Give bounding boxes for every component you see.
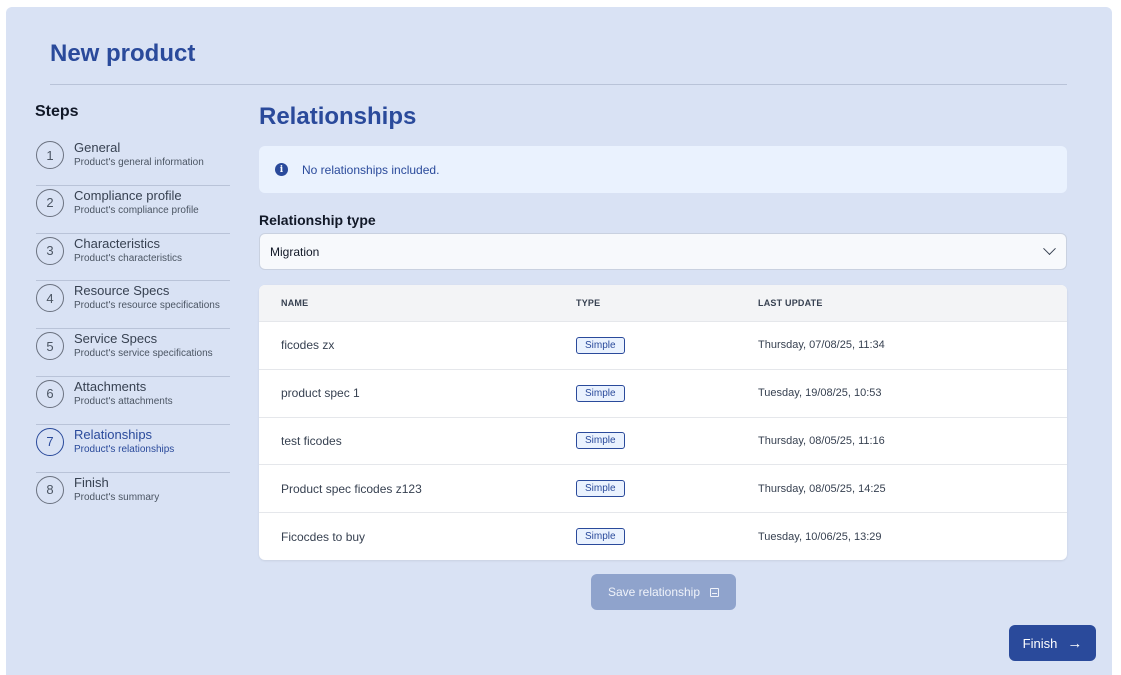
info-alert: i No relationships included. (259, 146, 1067, 193)
step-subtitle: Product's compliance profile (74, 204, 199, 216)
type-badge: Simple (576, 480, 625, 498)
step-subtitle: Product's attachments (74, 395, 173, 407)
type-badge: Simple (576, 384, 625, 402)
main-panel: New product Steps 1 General Product's gene… (6, 7, 1112, 675)
step-text: Service Specs Product's service specifica… (74, 331, 213, 361)
save-relationship-button[interactable]: Save relationship (591, 574, 736, 610)
table-row[interactable]: ficodes zx Simple Thursday, 07/08/25, 11:3… (259, 321, 1067, 369)
info-text: No relationships included. (302, 162, 440, 177)
row-type-cell: Simple (576, 480, 758, 498)
row-name: product spec 1 (281, 386, 360, 401)
finish-button[interactable]: Finish → (1009, 625, 1096, 661)
step-number: 1 (36, 141, 64, 169)
table-row[interactable]: Ficocdes to buy Simple Tuesday, 10/06/25, … (259, 512, 1067, 560)
step-subtitle: Product's general information (74, 157, 204, 168)
type-badge: Simple (576, 528, 625, 546)
table-row[interactable]: product spec 1 Simple Tuesday, 19/08/25, 1… (259, 368, 1067, 417)
header-type[interactable]: TYPE (576, 298, 758, 308)
row-name: test ficodes (281, 433, 342, 448)
chevron-down-icon (1043, 242, 1056, 256)
step-title: Resource Specs (74, 283, 170, 299)
step-number: 3 (36, 236, 64, 265)
steps-heading: Steps (35, 103, 79, 120)
arrow-right-icon: → (1067, 634, 1083, 652)
relationship-type-select[interactable]: Migration (259, 233, 1067, 270)
row-name: Ficocdes to buy (281, 529, 366, 544)
type-badge: Simple (576, 336, 625, 354)
info-icon: i (275, 163, 288, 176)
table-header: NAME TYPE LAST UPDATE (259, 285, 1067, 321)
step-number: 7 (36, 427, 64, 456)
step-item-resource-specs[interactable]: 4 Resource Specs Product's resource specif… (36, 281, 230, 330)
row-name: ficodes zx (281, 338, 335, 353)
row-last-update: Tuesday, 10/06/25, 13:29 (758, 530, 882, 543)
row-name: Product spec ficodes z123 (281, 481, 422, 496)
row-last-update: Tuesday, 19/08/25, 10:53 (758, 387, 882, 400)
step-text: Characteristics Product's characteristics (74, 236, 182, 266)
save-relationship-label: Save relationship (607, 585, 701, 599)
table-body: ficodes zx Simple Thursday, 07/08/25, 11:3… (259, 321, 1067, 560)
step-item-characteristics[interactable]: 3 Characteristics Product's characteristic… (36, 234, 230, 282)
step-item-relationships[interactable]: 7 Relationships Product's relationships (36, 425, 230, 473)
step-title: Characteristics (74, 235, 160, 251)
step-subtitle: Product's service specifications (74, 348, 213, 360)
row-type-cell: Simple (576, 528, 758, 546)
step-subtitle: Product's relationships (74, 443, 175, 455)
step-text: Attachments Product's attachments (74, 379, 173, 409)
row-type-cell: Simple (576, 384, 758, 402)
step-title: Finish (74, 474, 109, 490)
step-text: Compliance profile Product's compliance p… (74, 188, 199, 218)
step-title: Compliance profile (74, 187, 182, 203)
section-title: Relationships (259, 103, 417, 130)
step-number: 2 (36, 188, 64, 217)
finish-label: Finish (1022, 635, 1058, 651)
step-item-finish[interactable]: 8 Finish Product's summary (36, 473, 230, 521)
step-item-attachments[interactable]: 6 Attachments Product's attachments (36, 377, 230, 425)
step-number: 5 (36, 332, 64, 361)
relationship-type-label: Relationship type (259, 212, 376, 228)
row-last-update: Thursday, 07/08/25, 11:34 (758, 339, 885, 352)
step-title: General (74, 140, 121, 155)
step-item-compliance-profile[interactable]: 2 Compliance profile Product's compliance … (36, 186, 230, 234)
step-text: Resource Specs Product's resource specifi… (74, 283, 220, 313)
table-row[interactable]: test ficodes Simple Thursday, 08/05/25, 11… (259, 416, 1067, 465)
row-type-cell: Simple (576, 336, 758, 354)
step-title: Relationships (74, 426, 153, 442)
header-name[interactable]: NAME (259, 298, 576, 308)
table-row[interactable]: Product spec ficodes z123 Simple Thursday,… (259, 464, 1067, 512)
step-title: Service Specs (74, 331, 158, 347)
row-last-update: Thursday, 08/05/25, 14:25 (758, 482, 886, 495)
step-number: 4 (36, 284, 64, 313)
steps-list: 1 General Product's general information 2 Co… (36, 138, 230, 520)
step-subtitle: Product's characteristics (74, 252, 183, 264)
step-text: General Product's general information (74, 140, 204, 170)
step-item-general[interactable]: 1 General Product's general information (36, 138, 230, 186)
title-divider (50, 84, 1067, 85)
step-subtitle: Product's resource specifications (74, 300, 220, 312)
relationship-type-value: Migration (270, 244, 320, 259)
relationships-table: NAME TYPE LAST UPDATE ficodes zx Simple Th… (259, 285, 1067, 560)
save-icon (710, 587, 720, 597)
row-last-update: Thursday, 08/05/25, 11:16 (758, 434, 885, 447)
header-last-update[interactable]: LAST UPDATE (758, 298, 1067, 308)
step-number: 6 (36, 379, 64, 408)
step-title: Attachments (74, 378, 147, 394)
step-item-service-specs[interactable]: 5 Service Specs Product's service specific… (36, 329, 230, 377)
step-text: Finish Product's summary (74, 475, 159, 505)
type-badge: Simple (576, 432, 625, 450)
page-title: New product (50, 40, 196, 67)
step-number: 8 (36, 475, 64, 504)
row-type-cell: Simple (576, 432, 758, 450)
step-text: Relationships Product's relationships (74, 427, 174, 457)
step-subtitle: Product's summary (74, 491, 160, 503)
